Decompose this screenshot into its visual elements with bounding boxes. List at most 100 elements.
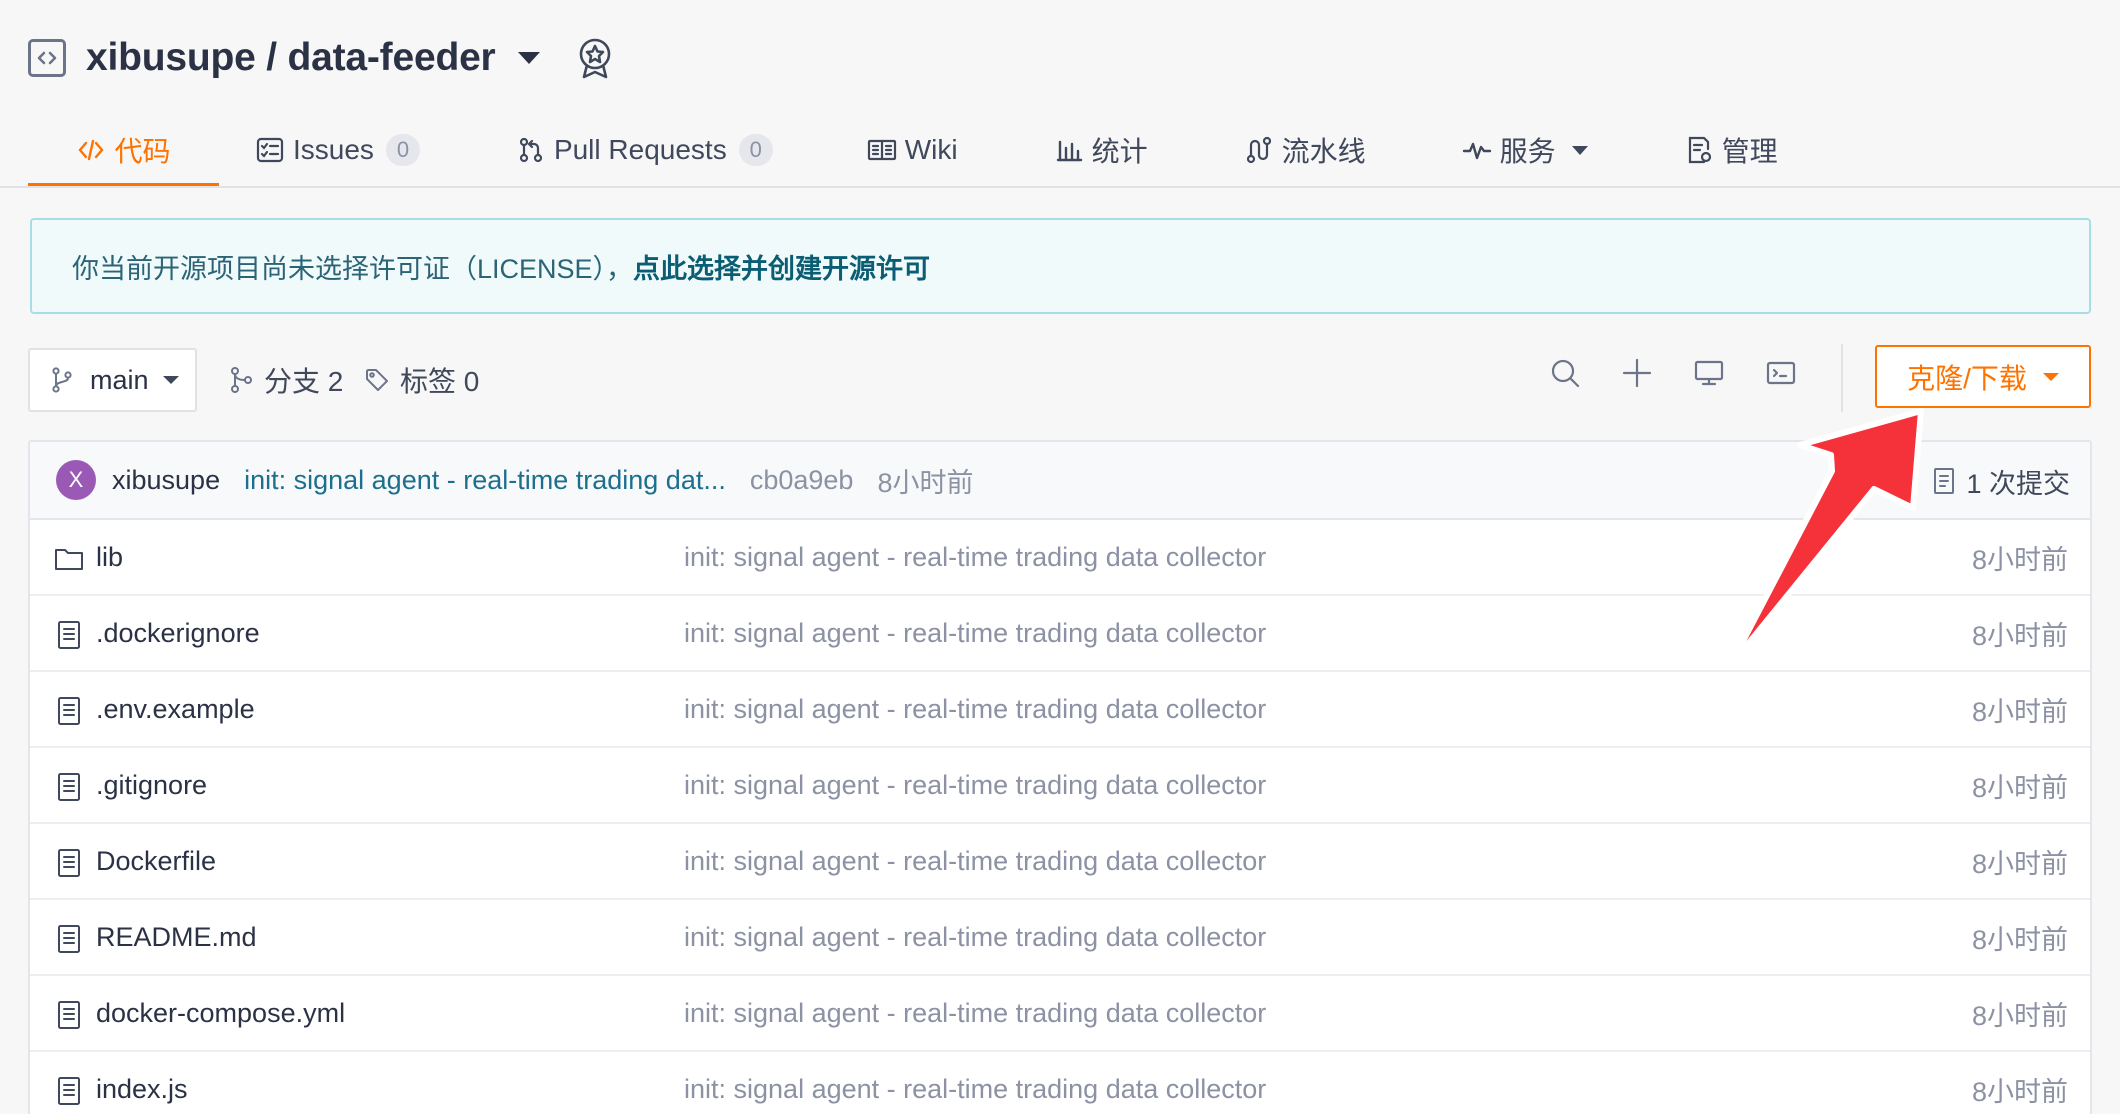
file-commit-message[interactable]: init: signal agent - real-time trading d…: [684, 998, 1266, 1029]
file-text-icon: [58, 773, 80, 801]
file-commit-message[interactable]: init: signal agent - real-time trading d…: [684, 1074, 1266, 1105]
code-repo-icon: [28, 39, 66, 77]
commit-time: 8小时前: [877, 467, 974, 498]
branch-select[interactable]: main: [28, 348, 197, 412]
file-name[interactable]: Dockerfile: [96, 846, 216, 877]
file-text-icon: [58, 621, 80, 649]
file-commit-message[interactable]: init: signal agent - real-time trading d…: [684, 770, 1266, 801]
license-notice-text: 你当前开源项目尚未选择许可证（LICENSE），: [72, 253, 634, 284]
file-text-icon: [58, 1077, 80, 1105]
tags-link[interactable]: 标签 0: [364, 358, 479, 402]
tab-label: 统计: [1091, 136, 1148, 167]
add-icon[interactable]: [1620, 356, 1654, 390]
file-row[interactable]: index.js init: signal agent - real-time …: [30, 1052, 2090, 1114]
file-name[interactable]: README.md: [96, 922, 257, 953]
file-time: 8小时前: [1971, 1076, 2068, 1107]
commit-message-link[interactable]: init: signal agent - real-time trading d…: [244, 465, 726, 496]
file-name[interactable]: .dockerignore: [96, 618, 260, 649]
tab-pull-requests[interactable]: Pull Requests 0: [516, 112, 773, 188]
file-time: 8小时前: [1971, 544, 2068, 575]
file-row[interactable]: lib init: signal agent - real-time tradi…: [30, 520, 2090, 596]
repo-header: xibusupe / data-feeder: [28, 30, 616, 86]
file-list: X xibusupe init: signal agent - real-tim…: [28, 440, 2092, 1114]
file-text-icon: [58, 697, 80, 725]
search-icon[interactable]: [1548, 356, 1582, 390]
settings-document-icon: [1688, 136, 1711, 164]
commit-history-icon: [1934, 468, 1955, 494]
issues-list-icon: [256, 137, 284, 163]
repo-menu-chevron-down-icon[interactable]: [517, 52, 540, 64]
latest-commit-row: X xibusupe init: signal agent - real-tim…: [30, 442, 2090, 520]
tab-label: 管理: [1721, 136, 1778, 167]
tab-label: Wiki: [904, 134, 958, 165]
file-name[interactable]: .gitignore: [96, 770, 207, 801]
file-commit-message[interactable]: init: signal agent - real-time trading d…: [684, 846, 1266, 877]
clone-download-button[interactable]: 克隆/下载: [1875, 345, 2091, 408]
tab-wiki[interactable]: Wiki: [867, 112, 958, 188]
file-commit-message[interactable]: init: signal agent - real-time trading d…: [684, 542, 1266, 573]
chevron-down-icon: [2042, 372, 2059, 381]
file-text-icon: [58, 1001, 80, 1029]
tab-label: 代码: [114, 136, 171, 167]
file-time: 8小时前: [1971, 1000, 2068, 1031]
tab-label: 流水线: [1281, 136, 1366, 167]
tab-pipeline[interactable]: 流水线: [1244, 112, 1366, 188]
tab-label: 服务: [1499, 136, 1556, 167]
activity-pulse-icon: [1462, 142, 1491, 160]
file-name[interactable]: lib: [96, 542, 123, 573]
pr-count-badge: 0: [738, 134, 773, 166]
commit-count-link[interactable]: 1 次提交: [1932, 442, 2070, 520]
tab-code[interactable]: 代码: [28, 112, 219, 188]
commit-count: 1 次提交: [1966, 468, 2070, 499]
create-license-link[interactable]: 点此选择并创建开源许可: [633, 247, 930, 286]
license-notice: 你当前开源项目尚未选择许可证（LICENSE）， 点此选择并创建开源许可: [30, 218, 2091, 314]
file-row[interactable]: .env.example init: signal agent - real-t…: [30, 672, 2090, 748]
issues-count-badge: 0: [385, 134, 420, 166]
commit-author[interactable]: xibusupe: [112, 465, 220, 496]
repo-title[interactable]: xibusupe / data-feeder: [86, 36, 496, 80]
tab-stats[interactable]: 统计: [1054, 112, 1148, 188]
file-row[interactable]: docker-compose.yml init: signal agent - …: [30, 976, 2090, 1052]
file-commit-message[interactable]: init: signal agent - real-time trading d…: [684, 922, 1266, 953]
branch-icon: [52, 367, 72, 393]
toolbar-icons: [1548, 356, 1798, 390]
tag-icon: [366, 369, 388, 391]
pipeline-icon: [1246, 136, 1271, 164]
web-ide-icon[interactable]: [1764, 356, 1798, 390]
file-commit-message[interactable]: init: signal agent - real-time trading d…: [684, 618, 1266, 649]
file-commit-message[interactable]: init: signal agent - real-time trading d…: [684, 694, 1266, 725]
file-row[interactable]: README.md init: signal agent - real-time…: [30, 900, 2090, 976]
avatar[interactable]: X: [56, 460, 96, 500]
current-branch: main: [90, 364, 149, 395]
file-time: 8小时前: [1971, 772, 2068, 803]
file-name[interactable]: docker-compose.yml: [96, 998, 345, 1029]
file-time: 8小时前: [1971, 924, 2068, 955]
file-time: 8小时前: [1971, 620, 2068, 651]
branch-icon: [231, 367, 252, 393]
monitor-icon[interactable]: [1692, 356, 1726, 390]
file-row[interactable]: .gitignore init: signal agent - real-tim…: [30, 748, 2090, 824]
file-name[interactable]: .env.example: [96, 694, 255, 725]
commit-sha[interactable]: cb0a9eb: [750, 465, 854, 496]
file-name[interactable]: index.js: [96, 1074, 188, 1105]
tab-issues[interactable]: Issues 0: [255, 112, 420, 188]
bar-chart-icon: [1056, 140, 1082, 162]
award-badge-icon[interactable]: [574, 36, 616, 80]
chevron-down-icon: [1571, 145, 1588, 155]
wiki-book-icon: [867, 139, 896, 161]
branches-count: 分支 2: [264, 366, 344, 397]
branches-link[interactable]: 分支 2: [228, 358, 343, 402]
repo-nav-tabs: 代码 Issues 0 Pull Requests 0 Wiki 统计 流水线: [28, 112, 1778, 188]
tags-count: 标签 0: [400, 366, 480, 397]
toolbar-divider: [1841, 344, 1843, 412]
file-time: 8小时前: [1971, 848, 2068, 879]
folder-icon: [55, 549, 83, 570]
tab-services[interactable]: 服务: [1462, 112, 1588, 188]
tab-label: Pull Requests: [553, 134, 727, 165]
file-text-icon: [58, 925, 80, 953]
file-row[interactable]: Dockerfile init: signal agent - real-tim…: [30, 824, 2090, 900]
chevron-down-icon: [162, 376, 179, 384]
file-row[interactable]: .dockerignore init: signal agent - real-…: [30, 596, 2090, 672]
file-time: 8小时前: [1971, 696, 2068, 727]
tab-manage[interactable]: 管理: [1684, 112, 1778, 188]
